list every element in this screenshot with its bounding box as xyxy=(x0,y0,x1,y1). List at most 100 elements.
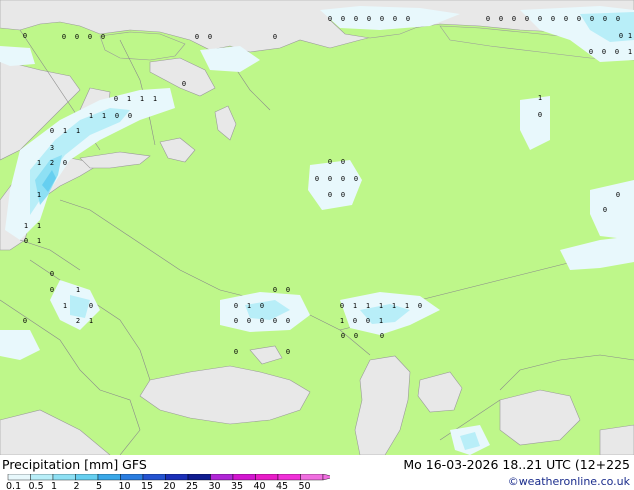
product-title: Precipitation [mm] GFS xyxy=(2,457,147,472)
precip-value: 1 xyxy=(89,317,93,325)
precip-value: 0 xyxy=(286,317,290,325)
precip-value: 0 xyxy=(486,15,490,23)
scale-arrow xyxy=(322,474,330,481)
precip-value: 1 xyxy=(628,32,632,40)
precip-value: 0 xyxy=(50,286,54,294)
precip-value: 0 xyxy=(341,175,345,183)
scale-tick-label: 10 xyxy=(119,481,131,490)
scale-swatch xyxy=(165,474,189,481)
precip-value: 0 xyxy=(577,15,581,23)
precip-value: 1 xyxy=(405,302,409,310)
precip-value: 1 xyxy=(89,112,93,120)
precip-value: 0 xyxy=(590,15,594,23)
precip-value: 0 xyxy=(619,32,623,40)
precip-value: 0 xyxy=(50,270,54,278)
precip-value: 1 xyxy=(37,237,41,245)
precip-value: 1 xyxy=(127,95,131,103)
scale-swatch xyxy=(97,474,121,481)
land-background xyxy=(0,0,634,455)
precipitation-map: 0 0 0 0 0 0 0 0 0 0 0 0 0 0 0 0 0 0 0 0 0 1 0 1 0 0 0 0 0 0 0 0 1 1 1 0 1 1 0 0… xyxy=(0,0,634,455)
precip-value: 1 xyxy=(63,302,67,310)
precip-value: 1 xyxy=(24,222,28,230)
precip-value: 1 xyxy=(37,159,41,167)
precip-value: 0 xyxy=(195,33,199,41)
precip-value: 0 xyxy=(24,237,28,245)
precip-value: 0 xyxy=(328,158,332,166)
precip-value: 0 xyxy=(23,317,27,325)
precip-value: 0 xyxy=(353,317,357,325)
precip-value: 1 xyxy=(628,48,632,56)
precip-value: 0 xyxy=(315,175,319,183)
precip-value: 0 xyxy=(354,332,358,340)
scale-tick-label: 50 xyxy=(299,481,311,490)
scale-swatch xyxy=(187,474,211,481)
scale-tick-label: 2 xyxy=(74,481,80,490)
precip-value: 0 xyxy=(273,317,277,325)
precip-value: 1 xyxy=(76,286,80,294)
precip-value: 0 xyxy=(328,175,332,183)
precip-value: 0 xyxy=(367,15,371,23)
precip-value: 0 xyxy=(62,33,66,41)
precip-value: 0 xyxy=(603,15,607,23)
precip-value: 0 xyxy=(260,302,264,310)
precip-value: 0 xyxy=(341,191,345,199)
scale-swatch xyxy=(75,474,99,481)
precip-value: 2 xyxy=(76,317,80,325)
precip-value: 0 xyxy=(354,175,358,183)
precip-value: 0 xyxy=(551,15,555,23)
precip-value: 1 xyxy=(392,302,396,310)
precip-value: 1 xyxy=(353,302,357,310)
precip-value: 1 xyxy=(76,127,80,135)
precip-value: 0 xyxy=(538,15,542,23)
scale-swatch xyxy=(120,474,144,481)
precip-value: 0 xyxy=(341,158,345,166)
precip-value: 0 xyxy=(273,33,277,41)
scale-swatch xyxy=(142,474,166,481)
precip-value: 0 xyxy=(354,15,358,23)
precip-value: 0 xyxy=(512,15,516,23)
precip-value: 0 xyxy=(616,191,620,199)
scale-tick-label: 40 xyxy=(254,481,266,490)
precip-value: 0 xyxy=(380,15,384,23)
precip-value: 0 xyxy=(589,48,593,56)
precip-value: 0 xyxy=(23,32,27,40)
precip-value: 0 xyxy=(538,111,542,119)
scale-swatch xyxy=(232,474,256,481)
precip-value: 0 xyxy=(564,15,568,23)
precip-value: 1 xyxy=(37,222,41,230)
scale-tick-label: 45 xyxy=(276,481,288,490)
legend-bar: Precipitation [mm] GFS Mo 16-03-2026 18.… xyxy=(0,455,634,490)
scale-tick-label: 1 xyxy=(51,481,57,490)
precip-value: 0 xyxy=(406,15,410,23)
scale-tick-label: 20 xyxy=(164,481,176,490)
precip-value: 0 xyxy=(234,348,238,356)
scale-swatch xyxy=(255,474,279,481)
scale-swatch xyxy=(277,474,301,481)
precip-value: 0 xyxy=(341,332,345,340)
precip-value: 1 xyxy=(340,317,344,325)
valid-time: Mo 16-03-2026 18..21 UTC (12+225 xyxy=(403,457,630,472)
precip-value: 0 xyxy=(340,302,344,310)
scale-tick-label: 35 xyxy=(231,481,243,490)
precip-value: 0 xyxy=(247,317,251,325)
precip-value: 0 xyxy=(88,33,92,41)
precip-value: 0 xyxy=(328,15,332,23)
scale-tick-label: 5 xyxy=(96,481,102,490)
precip-value: 0 xyxy=(260,317,264,325)
precip-value: 1 xyxy=(63,127,67,135)
site-credit: ©weatheronline.co.uk xyxy=(507,475,630,488)
scale-tick-label: 15 xyxy=(141,481,153,490)
precip-value: 0 xyxy=(616,15,620,23)
precip-value: 0 xyxy=(366,317,370,325)
precip-value: 0 xyxy=(499,15,503,23)
color-scale: 0.1 0.5 1 2 5 10 15 20 25 30 35 40 45 50 xyxy=(6,474,330,490)
precip-value: 0 xyxy=(101,33,105,41)
precip-value: 0 xyxy=(114,95,118,103)
precip-value: 0 xyxy=(615,48,619,56)
precip-value: 0 xyxy=(418,302,422,310)
precip-value: 3 xyxy=(50,144,54,152)
precip-value: 0 xyxy=(234,317,238,325)
precip-value: 1 xyxy=(379,317,383,325)
precip-value: 0 xyxy=(208,33,212,41)
precip-value: 0 xyxy=(128,112,132,120)
